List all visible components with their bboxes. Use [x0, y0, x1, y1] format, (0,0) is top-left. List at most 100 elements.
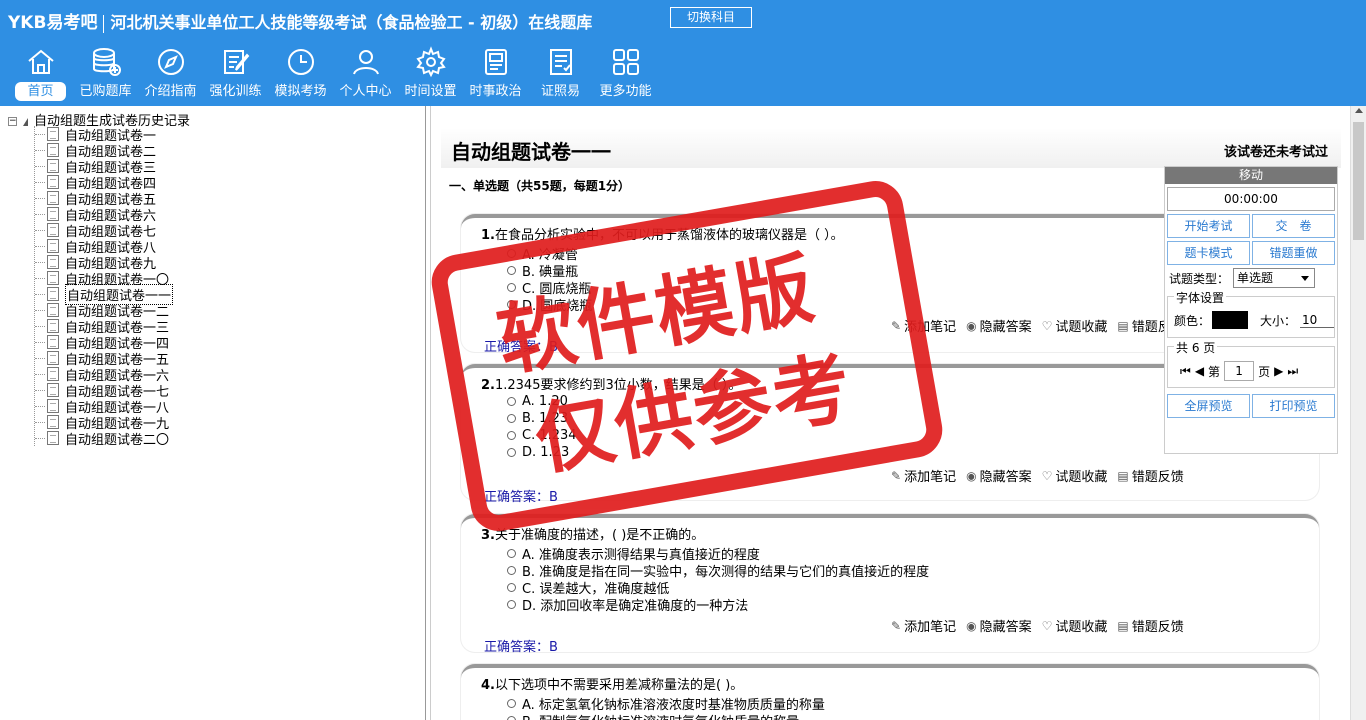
font-color-swatch[interactable] [1212, 311, 1249, 329]
hide-answer-button[interactable]: ◉ 隐藏答案 [966, 316, 1032, 336]
hide-answer-button[interactable]: ◉ 隐藏答案 [966, 616, 1032, 636]
document-icon [47, 319, 59, 333]
fullscreen-preview-button[interactable]: 全屏预览 [1167, 394, 1250, 418]
nav-time-settings[interactable]: 时间设置 [398, 46, 463, 104]
option-b[interactable]: B. 1.23 [507, 411, 568, 426]
add-note-button[interactable]: ✎ 添加笔记 [891, 316, 956, 336]
submit-exam-button[interactable]: 交 卷 [1252, 214, 1335, 238]
section-title: 一、单选题（共55题，每题1分） [449, 179, 631, 193]
question-type-select[interactable]: 单选题 [1233, 268, 1316, 288]
font-size-input[interactable]: 10 [1300, 313, 1335, 328]
clock-icon [287, 49, 314, 75]
option-a[interactable]: A. 1.20 [507, 394, 568, 409]
document-icon [47, 223, 59, 237]
first-page-icon[interactable]: ⏮ [1180, 364, 1191, 379]
document-icon [47, 287, 59, 301]
question-actions: ✎ 添加笔记 ◉ 隐藏答案 ♡ 试题收藏 ▤ 错题反馈 [891, 316, 1184, 336]
hide-answer-button[interactable]: ◉ 隐藏答案 [966, 466, 1032, 486]
favorite-button[interactable]: ♡ 试题收藏 [1041, 316, 1108, 336]
page-count-legend: 共 6 页 [1174, 339, 1218, 356]
heart-icon: ♡ [1041, 318, 1053, 333]
document-icon [47, 239, 59, 253]
document-icon [47, 207, 59, 221]
document-icon [47, 303, 59, 317]
radio-button[interactable] [507, 549, 516, 558]
edit-icon [223, 50, 249, 74]
vertical-scrollbar[interactable] [1350, 106, 1366, 720]
radio-button[interactable] [507, 397, 516, 406]
start-exam-button[interactable]: 开始考试 [1167, 214, 1250, 238]
scroll-up-icon[interactable] [1355, 108, 1363, 113]
report-icon: ▤ [1117, 618, 1129, 633]
nav-more[interactable]: 更多功能 [593, 46, 658, 104]
radio-button[interactable] [507, 583, 516, 592]
option-c[interactable]: C. 1.234 [507, 428, 577, 443]
radio-button[interactable] [507, 431, 516, 440]
move-handle[interactable]: 移动 [1165, 167, 1337, 184]
redo-wrong-button[interactable]: 错题重做 [1252, 241, 1335, 265]
nav-training[interactable]: 强化训练 [203, 46, 268, 104]
nav-profile[interactable]: 个人中心 [333, 46, 398, 104]
favorite-button[interactable]: ♡ 试题收藏 [1041, 466, 1108, 486]
option-d[interactable]: D. 圆底烧瓶 [507, 295, 592, 314]
option-d[interactable]: D. 1.23 [507, 445, 569, 460]
radio-button[interactable] [507, 716, 516, 720]
document-icon [47, 351, 59, 365]
card-mode-button[interactable]: 题卡模式 [1167, 241, 1250, 265]
question-text: 1.2345要求修约到3位小数，结果是（ ）。 [494, 378, 742, 393]
nav-politics[interactable]: 时事政治 [463, 46, 528, 104]
scroll-thumb[interactable] [1353, 122, 1364, 240]
heart-icon: ♡ [1041, 468, 1053, 483]
radio-button[interactable] [507, 300, 516, 309]
radio-button[interactable] [507, 448, 516, 457]
user-icon [352, 50, 379, 75]
report-error-button[interactable]: ▤ 错题反馈 [1117, 616, 1183, 636]
home-icon [27, 49, 54, 74]
font-settings-legend: 字体设置 [1174, 289, 1227, 306]
radio-button[interactable] [507, 283, 516, 292]
print-preview-button[interactable]: 打印预览 [1252, 394, 1335, 418]
history-tree-panel: − 自动组题生成试卷历史记录 自动组题试卷一 自动组题试卷二 自动组题试卷三 自动… [0, 106, 426, 720]
pencil-icon: ✎ [891, 468, 902, 483]
eye-icon: ◉ [966, 318, 977, 333]
radio-button[interactable] [507, 699, 516, 708]
option-d[interactable]: D. 添加回收率是确定准确度的一种方法 [507, 595, 748, 614]
database-icon [92, 48, 121, 76]
next-page-icon[interactable]: ▶ [1274, 364, 1283, 378]
question-card: 3.关于准确度的描述，( )是不正确的。 A. 准确度表示测得结果与真值接近的程… [461, 514, 1319, 655]
document-icon [47, 271, 59, 285]
report-icon: ▤ [1117, 468, 1129, 483]
tree-item[interactable]: 自动组题试卷二〇 [35, 430, 173, 448]
nav-certificate[interactable]: 证照易 [528, 46, 593, 104]
document-icon [47, 143, 59, 157]
radio-button[interactable] [507, 414, 516, 423]
add-note-button[interactable]: ✎ 添加笔记 [891, 466, 956, 486]
top-header: YKB易考吧 河北机关事业单位工人技能等级考试（食品检验工 - 初级）在线题库 切… [0, 0, 1366, 106]
correct-answer: 正确答案：B [484, 490, 558, 505]
question-type-row: 试题类型： 单选题 [1169, 268, 1333, 288]
radio-button[interactable] [507, 566, 516, 575]
document-icon [47, 335, 59, 349]
certificate-icon [549, 49, 572, 75]
question-text: 以下选项中不需要采用差减称量法的是( )。 [494, 678, 744, 693]
last-page-icon[interactable]: ⏭ [1287, 364, 1298, 379]
question-text: 关于准确度的描述，( )是不正确的。 [494, 528, 705, 543]
favorite-button[interactable]: ♡ 试题收藏 [1042, 616, 1108, 636]
prev-page-icon[interactable]: ◀ [1195, 364, 1204, 378]
report-error-button[interactable]: ▤ 错题反馈 [1117, 466, 1183, 486]
nav-home[interactable]: 首页 [8, 46, 73, 104]
add-note-button[interactable]: ✎ 添加笔记 [891, 616, 956, 636]
radio-button[interactable] [507, 249, 516, 258]
nav-guide[interactable]: 介绍指南 [138, 46, 203, 104]
radio-button[interactable] [507, 266, 516, 275]
switch-subject-button[interactable]: 切换科目 [670, 7, 752, 28]
option-b[interactable]: B. 配制氢氧化钠标准溶液时氢氧化钠质量的称量 [507, 711, 799, 720]
nav-mock-exam[interactable]: 模拟考场 [268, 46, 333, 104]
radio-button[interactable] [507, 600, 516, 609]
page-number-input[interactable]: 1 [1224, 361, 1255, 381]
main-nav: 首页 已购题库 介绍指南 强化训练 模拟考场 个人中心 时间设置 时事政治 证照… [8, 46, 658, 104]
question-text: 在食品分析实验中，不可以用于蒸馏液体的玻璃仪器是（ ）。 [494, 228, 844, 243]
app-logo: YKB易考吧 [8, 13, 98, 33]
nav-purchased[interactable]: 已购题库 [73, 46, 138, 104]
collapse-icon[interactable]: − [8, 117, 17, 126]
